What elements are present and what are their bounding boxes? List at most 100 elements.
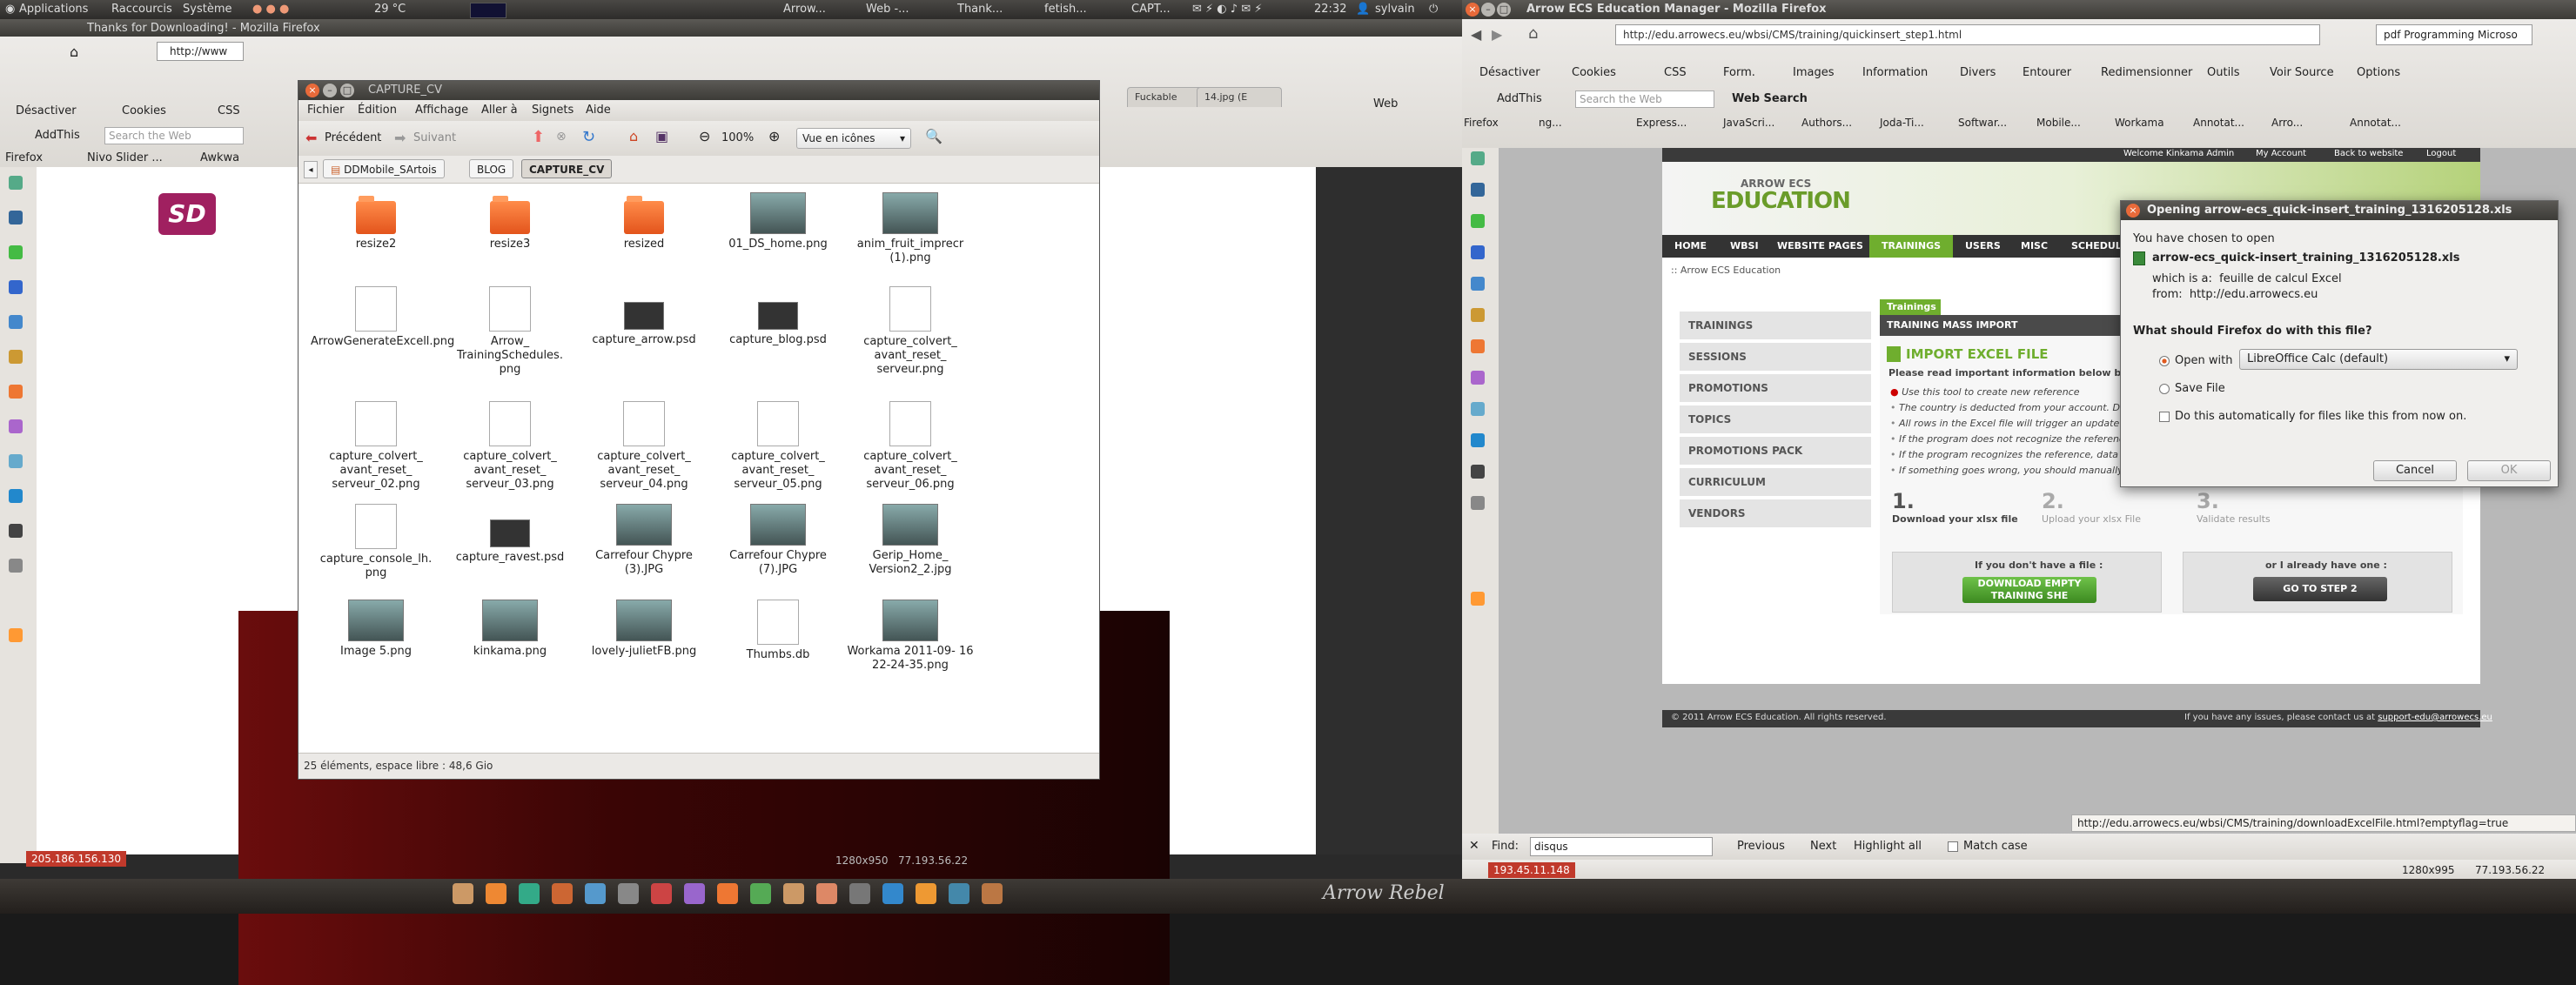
section-tab[interactable]: Trainings — [1880, 299, 1941, 315]
sidebar-icon-4[interactable] — [1471, 245, 1485, 259]
forward-icon[interactable]: ▶ — [1492, 26, 1502, 43]
left-bookmark-firefox[interactable]: Firefox — [5, 151, 43, 164]
clock[interactable]: 22:32 — [1314, 0, 1346, 19]
toolbar-form[interactable]: Form. — [1723, 66, 1755, 79]
computer-icon[interactable]: ▣ — [655, 128, 668, 144]
file-item[interactable]: ArrowGenerateExcell.png — [311, 286, 454, 349]
file-item[interactable]: capture_colvert_ avant_reset_ serveur_03… — [445, 401, 575, 492]
left-toolbar-disable[interactable]: Désactiver — [16, 104, 77, 117]
taskbar-item-thank[interactable]: Thank... — [957, 0, 1003, 19]
top-link-logout[interactable]: Logout — [2426, 149, 2456, 158]
back-arrow-icon[interactable]: ⬅ — [305, 130, 317, 146]
toolbar-images[interactable]: Images — [1793, 66, 1835, 79]
taskbar-item-capture[interactable]: CAPT... — [1131, 0, 1171, 19]
sidebar-icon-10[interactable] — [1471, 433, 1485, 447]
sidebar-icon-9[interactable] — [9, 454, 23, 468]
top-link-welcome[interactable]: Welcome Kinkama Admin — [2123, 149, 2234, 158]
dock-launcher-icon[interactable] — [849, 883, 870, 904]
breadcrumb-left-icon[interactable]: ◂ — [304, 161, 318, 178]
logo-big[interactable]: EDUCATION — [1711, 188, 1851, 214]
sidebar-icon-3[interactable] — [9, 245, 23, 259]
dock-launcher-icon[interactable] — [453, 883, 473, 904]
file-item[interactable]: anim_fruit_imprecr (1).png — [845, 192, 976, 265]
sidebar-icon-6[interactable] — [9, 350, 23, 364]
minimize-icon[interactable]: – — [1481, 3, 1495, 17]
nav-users[interactable]: USERS — [1953, 235, 2013, 258]
find-next[interactable]: Next — [1810, 840, 1836, 853]
forward-arrow-icon[interactable]: ➡ — [394, 130, 406, 146]
file-item[interactable]: resize3 — [445, 192, 575, 251]
back-icon[interactable]: ◀ — [1471, 26, 1481, 43]
stop-icon[interactable]: ⊗ — [556, 130, 567, 144]
search-box[interactable]: pdf Programming Microso — [2376, 24, 2532, 45]
menu-fichier[interactable]: Fichier — [307, 104, 345, 117]
sidebar-icon-10[interactable] — [9, 489, 23, 503]
left-bookmark-awkwa[interactable]: Awkwa — [200, 151, 239, 164]
rss-icon[interactable] — [9, 628, 23, 642]
file-item[interactable]: capture_colvert_ avant_reset_ serveur_04… — [579, 401, 709, 492]
go-to-step-2-button[interactable]: GO TO STEP 2 — [2253, 577, 2387, 601]
sidebar-icon-7[interactable] — [9, 385, 23, 399]
dock-launcher-icon[interactable] — [684, 883, 705, 904]
toolbar-redimensionner[interactable]: Redimensionner — [2101, 66, 2192, 79]
dock-launcher-icon[interactable] — [519, 883, 540, 904]
save-file-radio[interactable] — [2159, 384, 2170, 394]
left-toolbar-css[interactable]: CSS — [218, 104, 240, 117]
close-icon[interactable]: × — [2126, 204, 2140, 218]
search-icon[interactable]: 🔍 — [925, 128, 943, 144]
forward-button[interactable]: Suivant — [413, 131, 456, 144]
tray-icons[interactable]: ✉ ⚡ ◐ ♪ ✉ ⚡ — [1192, 0, 1262, 19]
auto-checkbox[interactable] — [2159, 412, 2170, 422]
maximize-icon[interactable]: □ — [340, 84, 354, 97]
browser-tab[interactable]: Annotat... — [2350, 113, 2401, 132]
file-item[interactable]: Carrefour Chypre (7).JPG — [713, 504, 843, 577]
file-item[interactable]: capture_colvert_ avant_reset_ serveur_05… — [713, 401, 843, 492]
home-folder-icon[interactable]: ⌂ — [629, 128, 638, 144]
dock-launcher-icon[interactable] — [717, 883, 738, 904]
top-link-back[interactable]: Back to website — [2334, 149, 2403, 158]
sidebar-icon-8[interactable] — [9, 419, 23, 433]
save-file-label[interactable]: Save File — [2175, 382, 2225, 395]
breadcrumb-item-blog[interactable]: BLOG — [469, 159, 514, 178]
dock-launcher-icon[interactable] — [618, 883, 639, 904]
left-tab-fuckable[interactable]: Fuckable — [1127, 87, 1204, 107]
toolbar-outils[interactable]: Outils — [2207, 66, 2240, 79]
power-icon[interactable]: ⏻ — [1429, 0, 1438, 19]
file-item[interactable]: Gerip_Home_ Version2_2.jpg — [845, 504, 976, 577]
open-with-select[interactable]: LibreOffice Calc (default) ▾ — [2239, 349, 2518, 370]
nav-misc[interactable]: MISC — [2009, 235, 2060, 258]
dock-launcher-icon[interactable] — [783, 883, 804, 904]
taskbar-item-fetish[interactable]: fetish... — [1044, 0, 1087, 19]
taskbar-item-arrow[interactable]: Arrow... — [783, 0, 826, 19]
sidebar-item-topics[interactable]: TOPICS — [1680, 405, 1871, 434]
dock-launcher-icon[interactable] — [982, 883, 1003, 904]
file-item[interactable]: lovely-julietFB.png — [579, 600, 709, 659]
dock-launcher-icon[interactable] — [750, 883, 771, 904]
sidebar-item-vendors[interactable]: VENDORS — [1680, 499, 1871, 528]
close-icon[interactable]: × — [1466, 3, 1479, 17]
dock-launcher-icon[interactable] — [949, 883, 969, 904]
addthis-button[interactable]: AddThis — [1497, 92, 1542, 105]
sidebar-item-sessions[interactable]: SESSIONS — [1680, 343, 1871, 372]
file-item[interactable]: Carrefour Chypre (3).JPG — [579, 504, 709, 577]
toolbar-entourer[interactable]: Entourer — [2023, 66, 2071, 79]
browser-tab[interactable]: Workama — [2115, 113, 2164, 132]
browser-tab[interactable]: Authors... — [1801, 113, 1852, 132]
toolbar-css[interactable]: CSS — [1664, 66, 1687, 79]
dock-launcher-icon[interactable] — [651, 883, 672, 904]
browser-tab[interactable]: Softwar... — [1958, 113, 2007, 132]
file-item[interactable]: kinkama.png — [445, 600, 575, 659]
sidebar-icon-11[interactable] — [1471, 465, 1485, 479]
sidebar-icon-12[interactable] — [1471, 496, 1485, 510]
nav-website-pages[interactable]: WEBSITE PAGES — [1765, 235, 1875, 258]
sidebar-item-trainings[interactable]: TRAININGS — [1680, 312, 1871, 340]
nav-home[interactable]: HOME — [1662, 235, 1719, 258]
left-url-bar[interactable]: http://www — [157, 42, 244, 61]
download-empty-training-button[interactable]: DOWNLOAD EMPTY TRAINING SHE — [1962, 577, 2096, 603]
sidebar-icon-11[interactable] — [9, 524, 23, 538]
left-home-icon[interactable]: ⌂ — [70, 44, 78, 60]
browser-tab[interactable]: Arro... — [2271, 113, 2303, 132]
ok-button[interactable]: OK — [2467, 460, 2551, 481]
menu-places[interactable]: Raccourcis — [111, 0, 172, 19]
sidebar-icon-5[interactable] — [1471, 277, 1485, 291]
